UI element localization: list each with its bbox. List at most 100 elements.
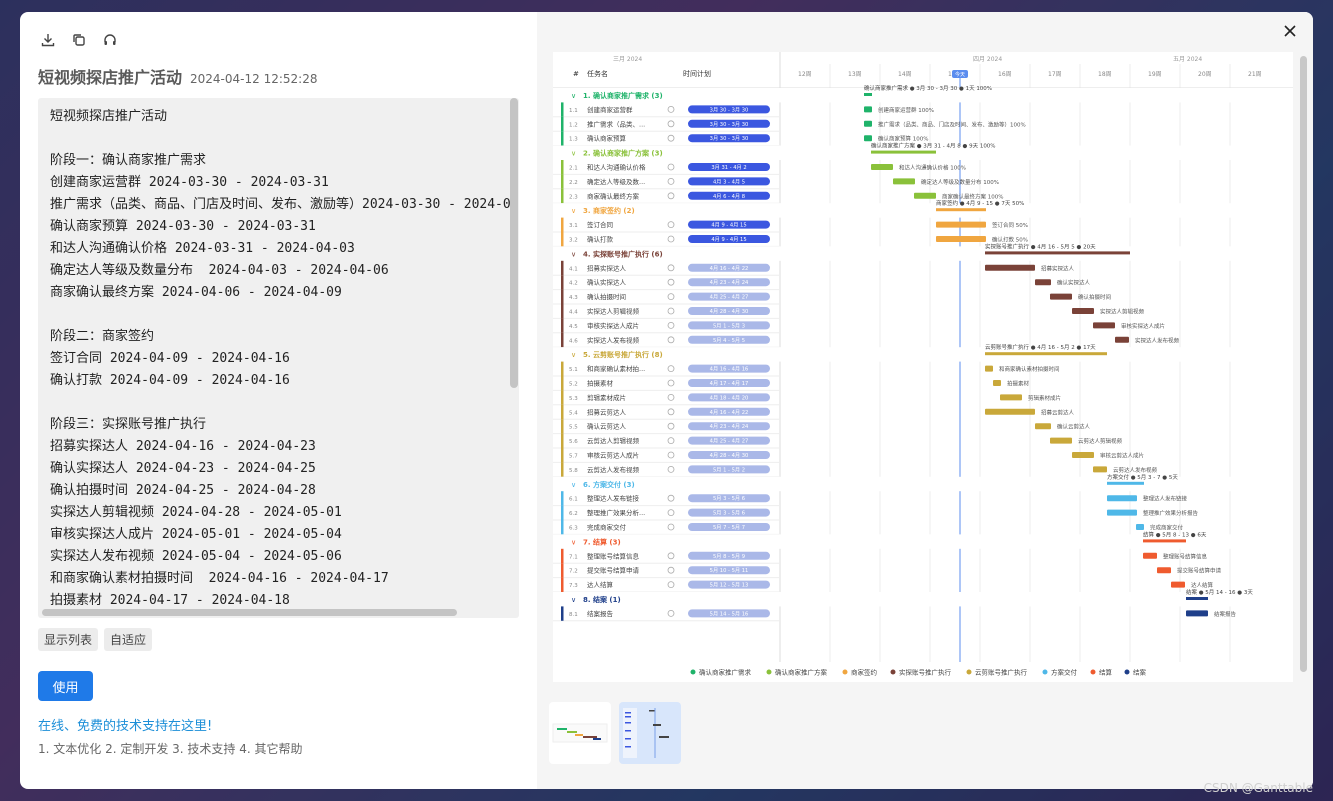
gantt-task-id: 4.4 [569,310,578,316]
gantt-group-name: 8. 结案 (1) [583,595,621,604]
thumbnail-2[interactable] [619,702,681,764]
gantt-task-bar [1050,437,1072,444]
gantt-task-id: 4.5 [569,324,578,330]
gantt-task-bar [864,106,872,113]
modal-dialog: 短视频探店推广活动 2024-04-12 12:52:28 短视频探店推广活动 … [20,12,1313,789]
legend-dot [690,669,696,675]
gantt-task-bar [1136,524,1144,530]
gantt-row-color-strip [561,217,564,232]
gantt-chart: #任务名时间计划三月 2024四月 2024五月 202412周13周14周15… [553,52,1293,677]
gantt-task-name: 审核云剪达人成片 [587,451,639,460]
gantt-plan-text: 5月 10 - 5月 11 [710,567,749,574]
gantt-month-label: 三月 2024 [613,56,642,63]
comment-icon [667,393,675,401]
gantt-task-name: 和达人沟通确认价格 [587,163,646,172]
gantt-plan-text: 4月 23 - 4月 24 [710,279,749,286]
gantt-month-label: 四月 2024 [973,56,1002,63]
gantt-group-chevron: ∨ [571,538,576,546]
gantt-task-bar [1171,581,1185,588]
gantt-plan-text: 5月 4 - 5月 5 [713,337,745,344]
gantt-task-bar [864,120,872,127]
comment-icon [667,278,675,286]
gantt-task-bar [1093,322,1115,329]
gantt-task-id: 4.3 [569,295,578,301]
timestamp: 2024-04-12 12:52:28 [190,72,318,86]
gantt-group-name: 3. 商家签约 (2) [583,206,635,215]
gantt-plan-text: 4月 16 - 4月 16 [710,366,749,373]
gantt-task-bar [893,178,915,185]
support-link[interactable]: 在线、免费的技术支持在这里! [38,715,519,734]
vertical-scrollbar[interactable] [510,98,518,388]
gantt-group-row [553,592,1293,607]
gantt-plan-text: 3月 30 - 3月 30 [710,135,749,142]
comment-icon [667,134,675,142]
gantt-task-bar-label: 整理达人发布链接 [1143,495,1188,503]
gantt-row-color-strip [561,174,564,189]
content-text[interactable]: 短视频探店推广活动 阶段一：确认商家推广需求 创建商家运营群 2024-03-3… [38,98,519,618]
gantt-group-name: 2. 确认商家推广方案 (3) [583,149,663,158]
gantt-col-header: # [573,70,579,78]
comment-icon [667,293,675,301]
gantt-group-chevron: ∨ [571,92,576,100]
gantt-task-bar-label: 整理推广效果分析报告 [1143,509,1199,517]
copy-icon[interactable] [69,31,88,50]
gantt-plan-text: 5月 3 - 5月 6 [713,495,745,502]
support-items: 1. 文本优化 2. 定制开发 3. 技术支持 4. 其它帮助 [38,742,303,756]
adaptive-tag[interactable]: 自适应 [104,628,153,651]
comment-icon [667,552,675,560]
gantt-row-color-strip [561,520,564,535]
legend-label: 结算 [1099,668,1113,677]
gantt-week-label: 18周 [1098,71,1112,78]
gantt-task-name: 云剪达人发布视频 [587,465,640,474]
title-row: 短视频探店推广活动 2024-04-12 12:52:28 [38,64,519,88]
thumbnail-1[interactable] [549,702,611,764]
gantt-summary-label: 实探账号推广执行 ● 4月 16 - 5月 5 ● 20天 [985,242,1096,250]
gantt-task-name: 云剪达人剪辑视频 [587,436,640,445]
download-icon[interactable] [38,31,57,50]
gantt-task-name: 签订合同 [587,220,613,229]
today-label: 今天 [955,71,965,78]
close-icon[interactable] [1281,22,1299,40]
gantt-task-id: 5.3 [569,396,578,402]
gantt-row-color-strip [561,260,564,276]
gantt-row-color-strip [561,577,564,592]
gantt-task-bar [1050,293,1072,300]
gantt-task-bar-label: 招募实探达人 [1041,264,1075,272]
comment-icon [667,451,675,459]
gantt-row-color-strip [561,275,564,290]
gantt-plan-text: 5月 1 - 5月 2 [713,466,745,473]
gantt-group-chevron: ∨ [571,207,576,215]
gantt-summary-bar [936,208,986,212]
gantt-plan-text: 4月 9 - 4月 15 [711,222,746,229]
gantt-summary-label: 确认商家推广需求 ● 3月 30 - 3月 30 ● 1天 100% [864,84,992,92]
preview-scrollbar[interactable] [1300,56,1307,672]
comment-icon [667,307,675,315]
use-button[interactable]: 使用 [38,671,93,701]
comment-icon [667,177,675,185]
gantt-row-color-strip [561,462,564,477]
legend-dot [766,669,772,675]
gantt-plan-text: 4月 25 - 4月 27 [710,294,749,301]
gantt-plan-text: 3月 30 - 3月 30 [710,106,749,113]
gantt-group-name: 4. 实探账号推广执行 (6) [583,249,663,258]
gantt-task-id: 5.6 [569,439,578,445]
gantt-plan-text: 5月 7 - 5月 7 [713,524,745,531]
content-textarea[interactable]: 短视频探店推广活动 阶段一：确认商家推广需求 创建商家运营群 2024-03-3… [38,98,519,618]
comment-icon [667,192,675,200]
legend-label: 云剪账号推广执行 [975,668,1028,677]
horizontal-scrollbar[interactable] [42,609,457,616]
toolbar [38,30,519,50]
gantt-task-bar [864,135,872,142]
gantt-task-name: 结案报告 [587,609,614,618]
comment-icon [667,566,675,574]
left-panel: 短视频探店推广活动 2024-04-12 12:52:28 短视频探店推广活动 … [20,12,537,789]
show-list-tag[interactable]: 显示列表 [38,628,99,651]
gantt-task-name: 实探达人发布视频 [587,335,640,344]
gantt-task-bar-label: 确认云剪达人 [1057,423,1091,431]
headset-icon[interactable] [100,31,119,50]
gantt-task-bar-label: 提交账号结算申请 [1177,567,1222,575]
gantt-week-label: 13周 [848,71,862,78]
gantt-task-bar-label: 确认商家预算 100% [878,135,928,143]
gantt-summary-bar [985,251,1130,255]
comment-icon [667,437,675,445]
